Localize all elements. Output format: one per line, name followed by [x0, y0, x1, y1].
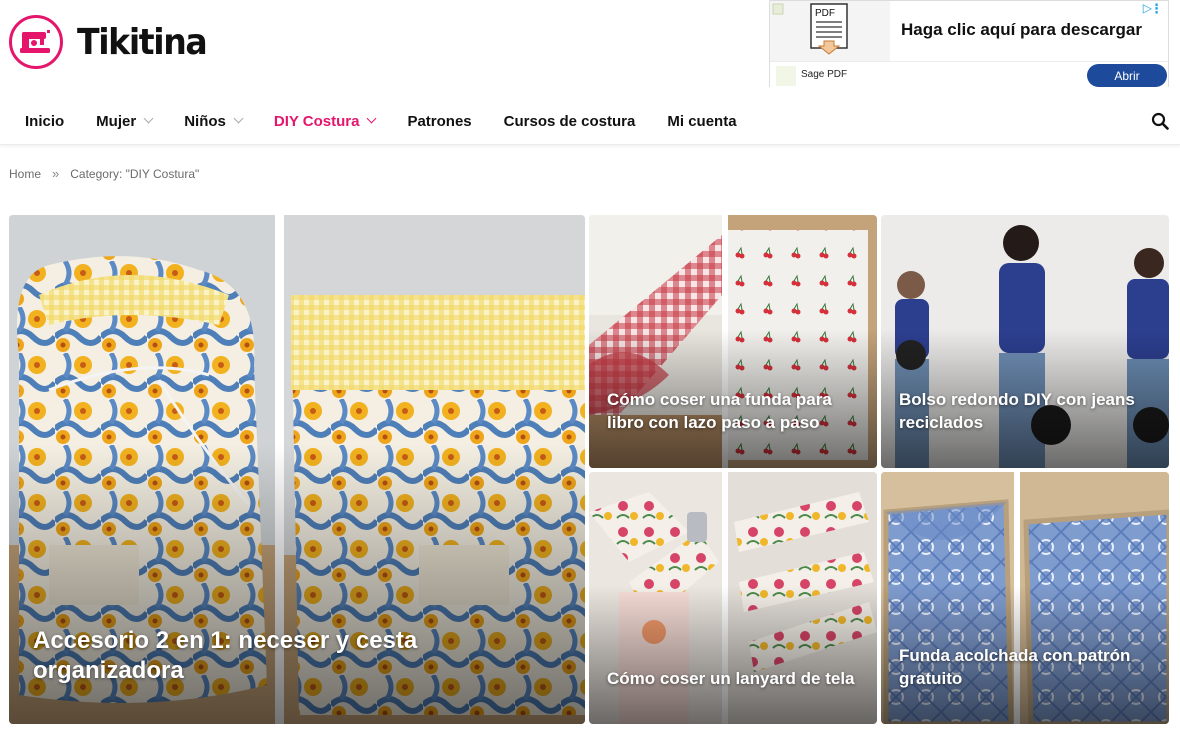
site-name: Tikitina	[77, 21, 208, 63]
main-navigation: Inicio Mujer Niños DIY Costura Patrones …	[0, 97, 1180, 145]
post-title[interactable]: Cómo coser un lanyard de tela	[607, 667, 861, 690]
site-logo[interactable]: Tikitina	[9, 15, 218, 69]
post-title[interactable]: Funda acolchada con patrón gratuito	[899, 644, 1153, 690]
post-card[interactable]: Bolso redondo DIY con jeans reciclados	[881, 215, 1169, 468]
nav-item-mujer[interactable]: Mujer	[96, 112, 154, 130]
nav-item-label: Cursos de costura	[503, 112, 636, 130]
ad-banner[interactable]: PDF Haga clic aquí para descargar ▷ ⋮ Sa…	[769, 0, 1169, 87]
breadcrumb-current: Category: "DIY Costura"	[70, 166, 200, 181]
nav-item-label: Mi cuenta	[667, 112, 737, 130]
post-title[interactable]: Cómo coser una funda para libro con lazo…	[607, 388, 861, 434]
nav-item-mi-cuenta[interactable]: Mi cuenta	[667, 113, 736, 130]
ad-open-button[interactable]: Abrir	[1087, 64, 1167, 87]
image-overlay	[589, 585, 877, 724]
ad-headline[interactable]: Haga clic aquí para descargar	[901, 20, 1142, 40]
nav-item-label: Niños	[184, 112, 226, 130]
nav-item-label: Inicio	[25, 112, 65, 130]
ad-image: PDF	[770, 1, 890, 61]
sewing-machine-icon	[9, 15, 63, 69]
post-card[interactable]: Cómo coser un lanyard de tela	[589, 472, 877, 724]
post-card[interactable]: Cómo coser una funda para libro con lazo…	[589, 215, 877, 468]
breadcrumb: Home » Category: "DIY Costura"	[9, 166, 199, 181]
svg-text:PDF: PDF	[815, 8, 835, 19]
breadcrumb-home-link[interactable]: Home	[9, 167, 41, 181]
more-options-icon[interactable]: ⋮	[1150, 1, 1163, 17]
search-icon[interactable]	[1151, 112, 1169, 130]
post-card[interactable]: Funda acolchada con patrón gratuito	[881, 472, 1169, 724]
ad-brand: Sage PDF	[801, 69, 848, 80]
chevron-down-icon	[233, 113, 244, 124]
breadcrumb-separator: »	[52, 166, 60, 181]
advertiser-logo	[776, 66, 796, 86]
nav-item-inicio[interactable]: Inicio	[25, 113, 64, 130]
nav-item-label: Mujer	[96, 112, 137, 130]
pdf-document-icon: PDF	[810, 3, 848, 55]
chevron-down-icon	[366, 113, 377, 124]
nav-item-label: DIY Costura	[273, 112, 360, 130]
nav-item-cursos-de-costura[interactable]: Cursos de costura	[504, 113, 636, 130]
post-title[interactable]: Accesorio 2 en 1: neceser y cesta organi…	[33, 626, 569, 686]
chevron-down-icon	[143, 113, 154, 124]
nav-item-ninos[interactable]: Niños	[184, 112, 244, 130]
nav-item-diy-costura[interactable]: DIY Costura	[273, 112, 377, 130]
nav-item-label: Patrones	[407, 112, 472, 130]
post-title[interactable]: Bolso redondo DIY con jeans reciclados	[899, 388, 1153, 434]
nav-item-patrones[interactable]: Patrones	[407, 113, 471, 130]
post-card-featured[interactable]: Accesorio 2 en 1: neceser y cesta organi…	[9, 215, 585, 724]
